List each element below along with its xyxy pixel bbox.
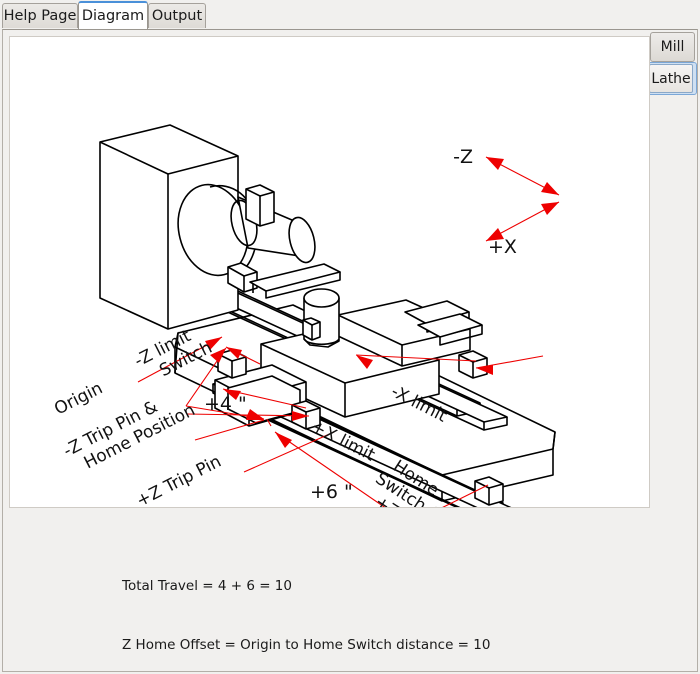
lathe-button-focus-ring: Lathe (647, 62, 697, 95)
caption-line-1: Total Travel = 4 + 6 = 10 (122, 578, 292, 594)
lathe-diagram-svg: -Z +X Origin -Z limit Switch +4 " -Z Tri… (51, 124, 560, 507)
tab-diagram[interactable]: Diagram (78, 1, 148, 29)
axis-label-neg-z: -Z (453, 146, 473, 168)
tab-diagram-label: Diagram (81, 8, 145, 24)
diagram-canvas: -Z +X Origin -Z limit Switch +4 " -Z Tri… (9, 36, 650, 508)
label-dim-4: +4 " (204, 393, 247, 415)
tool-post-clamp (302, 317, 321, 341)
tab-help-page-label: Help Page (3, 8, 77, 24)
mill-button[interactable]: Mill (650, 32, 695, 62)
diagram-tab-panel: Mill Lathe -Z +X Origin -Z limit Switch … (2, 29, 698, 672)
tab-help-page[interactable]: Help Page (2, 3, 78, 28)
mill-button-label: Mill (660, 39, 685, 55)
chuck-jaw-block (245, 184, 275, 227)
label-dim-6: +6 " (310, 481, 353, 503)
axis-label-pos-x: +X (488, 236, 517, 258)
axis-indicator: -Z +X (453, 146, 560, 258)
tab-bar: Help Page Diagram Output (0, 0, 700, 30)
lathe-button-label: Lathe (651, 70, 691, 87)
application-window: Help Page Diagram Output Mill Lathe -Z +… (0, 0, 700, 674)
tab-output[interactable]: Output (148, 3, 206, 28)
pos-z-home-switch-block (474, 476, 504, 506)
label-pos-z-trip-pin: +Z Trip Pin (133, 452, 224, 507)
label-origin: Origin (51, 378, 106, 419)
machine-drawing (99, 124, 556, 507)
caption-block: Total Travel = 4 + 6 = 10 Z Home Offset … (122, 538, 642, 674)
tab-output-label: Output (151, 8, 203, 24)
lathe-button[interactable]: Lathe (649, 64, 693, 93)
neg-x-limit-switch-block (458, 350, 488, 379)
caption-line-2: Z Home Offset = Origin to Home Switch di… (122, 636, 491, 653)
